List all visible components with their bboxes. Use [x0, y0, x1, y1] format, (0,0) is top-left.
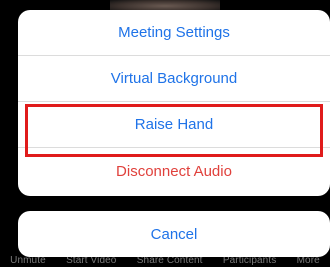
disconnect-audio-button[interactable]: Disconnect Audio: [18, 148, 330, 194]
meeting-settings-button[interactable]: Meeting Settings: [18, 10, 330, 56]
meeting-screen: Unmute Start Video Share Content Partici…: [0, 0, 330, 267]
cancel-sheet: Cancel: [18, 211, 330, 257]
virtual-background-button[interactable]: Virtual Background: [18, 56, 330, 102]
action-sheet: Meeting Settings Virtual Background Rais…: [18, 10, 330, 196]
cancel-button[interactable]: Cancel: [18, 211, 330, 257]
raise-hand-button[interactable]: Raise Hand: [18, 102, 330, 148]
